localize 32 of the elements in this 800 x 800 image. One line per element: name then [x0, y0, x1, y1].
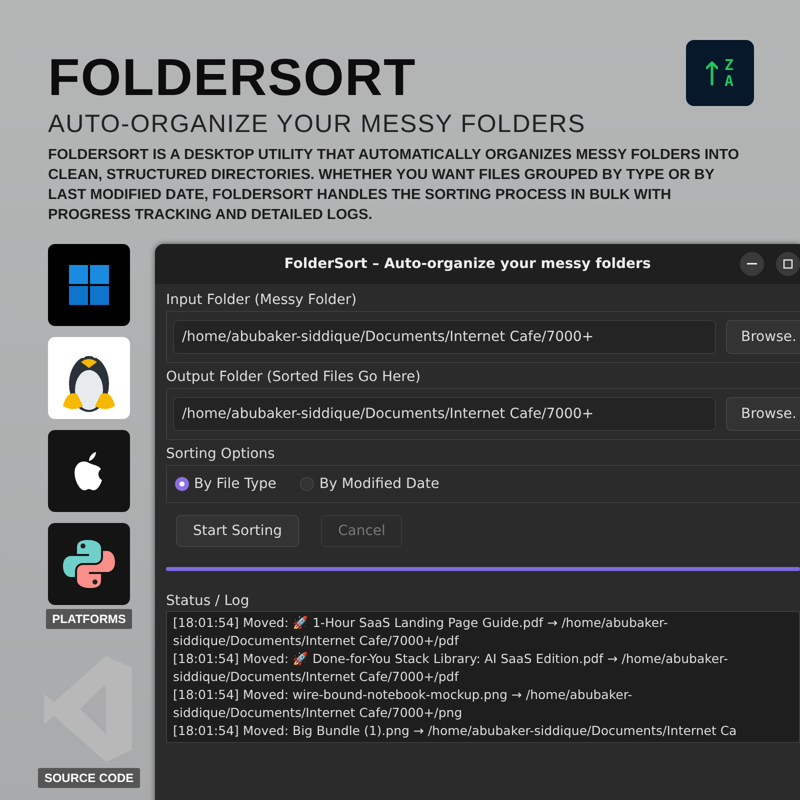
window-grid-icon: [69, 265, 109, 305]
folder-path-field[interactable]: /home/abubaker-siddique/Documents/Internet Cafe/7000+: [173, 397, 716, 431]
radio-label[interactable]: By Modified Date: [319, 476, 440, 492]
app-description: FOLDERSORT IS A DESKTOP UTILITY THAT AUTOMATICALLY ORGANIZES MESSY FOLDERS INTO CLEAN, STRUCTURED DIRECTORIES. WHETHER YOU WANT FILES GROUPED BY TYPE OR BY LAST MODIFIED DATE, FOLDERSORT HANDLES THE SORTING PROCESS IN BULK WITH PROGRESS TRACKING AND DETAILED LOGS.: [48, 146, 740, 225]
window-title: FolderSort – Auto-organize your messy folders: [284, 256, 651, 272]
group-label: Output Folder (Sorted Files Go Here): [166, 369, 421, 385]
app-subtitle: AUTO-ORGANIZE YOUR MESSY FOLDERS: [48, 110, 586, 139]
group-label: Input Folder (Messy Folder): [166, 292, 357, 308]
maximize-icon: [783, 259, 793, 269]
source-code-label: SOURCE CODE: [38, 768, 140, 788]
log-entry: [18:01:54] Moved: 🚀 1-Hour SaaS Landing Page Guide.pdf → /home/abubaker-siddique/Documents/Internet Cafe/7000+/pdf: [173, 614, 669, 650]
maximize-button[interactable]: [776, 252, 800, 276]
folder-path-field[interactable]: /home/abubaker-siddique/Documents/Internet Cafe/7000+: [173, 320, 716, 354]
action-button[interactable]: Start Sorting: [176, 515, 299, 547]
browse-button[interactable]: Browse.: [726, 320, 800, 354]
logo-letter: Z: [724, 57, 734, 73]
radio-button[interactable]: [175, 477, 189, 491]
radio-button[interactable]: [300, 477, 314, 491]
platforms-label: PLATFORMS: [46, 609, 132, 629]
minimize-button[interactable]: [740, 252, 764, 276]
up-arrow-icon: [706, 60, 718, 86]
logo-letter: A: [724, 73, 734, 89]
minimize-icon: [747, 263, 757, 265]
group-label: Status / Log: [166, 593, 250, 609]
log-entry: [18:01:54] Moved: 🚀 Done-for-You Stack Library: AI SaaS Edition.pdf → /home/abubaker-siddique/Documents/Internet Cafe/7000+/pdf: [173, 650, 729, 686]
python-icon: [63, 538, 115, 590]
app-title: FOLDERSORT: [48, 50, 416, 106]
browse-button[interactable]: Browse.: [726, 397, 800, 431]
log-entry: [18:01:54] Moved: Big Bundle (1).png → /home/abubaker-siddique/Documents/Internet Ca: [173, 722, 738, 740]
radio-label[interactable]: By File Type: [194, 476, 276, 492]
group-label: Sorting Options: [166, 446, 275, 462]
log-entry: [18:01:54] Moved: wire-bound-notebook-mockup.png → /home/abubaker-siddique/Documents/Internet Cafe/7000+/png: [173, 686, 634, 722]
